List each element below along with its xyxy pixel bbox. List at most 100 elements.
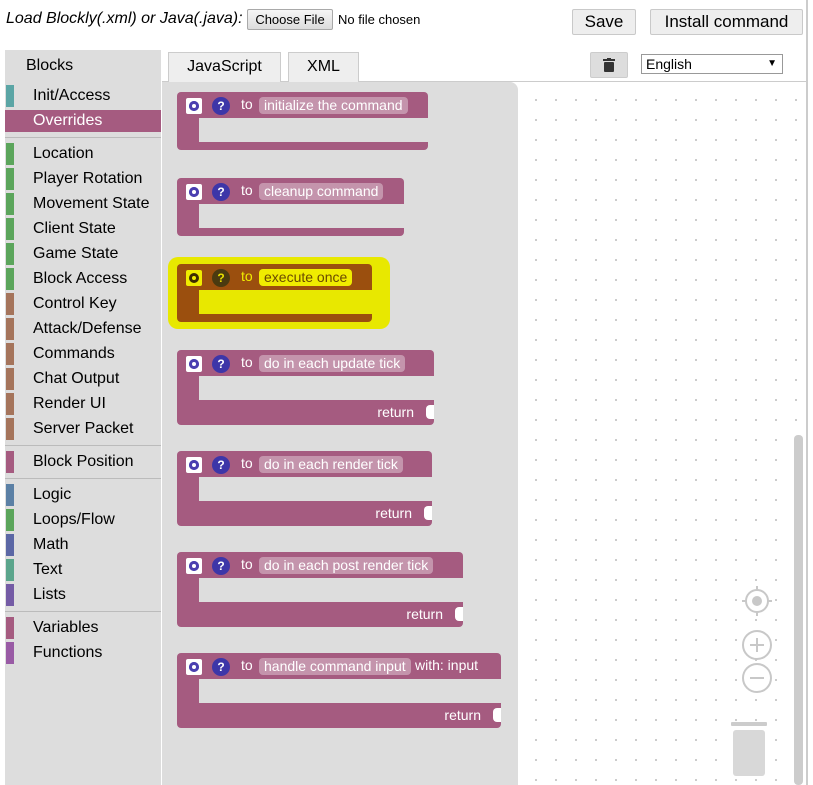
- category-color-swatch: [6, 451, 14, 473]
- category-color-swatch: [6, 318, 14, 340]
- category-label: Variables: [33, 619, 99, 636]
- block-return-label: return: [377, 404, 414, 420]
- block-to-label: to: [241, 268, 253, 284]
- gear-icon[interactable]: [186, 659, 202, 675]
- toolbox-separator: [5, 611, 161, 612]
- tab-javascript[interactable]: JavaScript: [168, 52, 281, 82]
- zoom-reset-icon[interactable]: [741, 585, 773, 617]
- install-command-button[interactable]: Install command: [650, 9, 803, 35]
- category-color-swatch: [6, 534, 14, 556]
- gear-icon[interactable]: [186, 98, 202, 114]
- category-label: Movement State: [33, 195, 150, 212]
- help-icon[interactable]: ?: [212, 355, 230, 373]
- block-to-label: to: [241, 657, 253, 673]
- category-label: Text: [33, 561, 63, 578]
- category-color-swatch: [6, 85, 14, 107]
- toolbox-category-render-ui[interactable]: Render UI: [5, 393, 161, 415]
- toolbox-category-server-packet[interactable]: Server Packet: [5, 418, 161, 440]
- toolbox-category-game-state[interactable]: Game State: [5, 243, 161, 265]
- block-name-field[interactable]: handle command input: [259, 658, 411, 675]
- category-color-swatch: [6, 393, 14, 415]
- help-icon[interactable]: ?: [212, 183, 230, 201]
- category-color-swatch: [6, 617, 14, 639]
- toolbox-category-client-state[interactable]: Client State: [5, 218, 161, 240]
- toolbox-category-math[interactable]: Math: [5, 534, 161, 556]
- help-icon[interactable]: ?: [212, 456, 230, 474]
- procedure-block[interactable]: ? to handle command input with: input return: [177, 653, 501, 728]
- help-icon[interactable]: ?: [212, 557, 230, 575]
- category-color-swatch: [6, 509, 14, 531]
- category-label: Attack/Defense: [33, 320, 142, 337]
- gear-icon[interactable]: [186, 558, 202, 574]
- toolbox-category-location[interactable]: Location: [5, 143, 161, 165]
- workspace-scrollbar[interactable]: [794, 435, 803, 785]
- save-button[interactable]: Save: [572, 9, 636, 35]
- block-params-label: with: input: [415, 657, 479, 673]
- gear-icon[interactable]: [186, 184, 202, 200]
- toolbox-category-loops-flow[interactable]: Loops/Flow: [5, 509, 161, 531]
- category-color-swatch: [6, 218, 14, 240]
- toolbox-category-control-key[interactable]: Control Key: [5, 293, 161, 315]
- language-select[interactable]: English ▼: [641, 54, 783, 74]
- category-color-swatch: [6, 143, 14, 165]
- toolbox-category-lists[interactable]: Lists: [5, 584, 161, 606]
- procedure-block[interactable]: ? to cleanup command: [177, 178, 404, 236]
- toolbox-category-movement-state[interactable]: Movement State: [5, 193, 161, 215]
- category-label: Game State: [33, 245, 119, 262]
- category-label: Chat Output: [33, 370, 120, 387]
- category-label: Functions: [33, 644, 103, 661]
- toolbox-category-chat-output[interactable]: Chat Output: [5, 368, 161, 390]
- toolbox-category-block-position[interactable]: Block Position: [5, 451, 161, 473]
- block-to-label: to: [241, 182, 253, 198]
- toolbox-category-overrides[interactable]: Overrides: [5, 110, 161, 132]
- gear-icon[interactable]: [186, 356, 202, 372]
- toolbox-category-logic[interactable]: Logic: [5, 484, 161, 506]
- block-name-field[interactable]: do in each render tick: [259, 456, 403, 473]
- block-name-field[interactable]: cleanup command: [259, 183, 384, 200]
- load-file-label: Load Blockly(.xml) or Java(.java):: [6, 10, 243, 27]
- category-color-swatch: [6, 193, 14, 215]
- category-color-swatch: [6, 368, 14, 390]
- block-name-field[interactable]: initialize the command: [259, 97, 408, 114]
- file-status-text: No file chosen: [338, 12, 421, 27]
- block-return-label: return: [375, 505, 412, 521]
- toolbox-category-functions[interactable]: Functions: [5, 642, 161, 664]
- category-color-swatch: [6, 559, 14, 581]
- toolbox-category-init-access[interactable]: Init/Access: [5, 85, 161, 107]
- zoom-out-icon[interactable]: [741, 662, 773, 694]
- zoom-in-icon[interactable]: [741, 629, 773, 661]
- help-icon[interactable]: ?: [212, 97, 230, 115]
- procedure-block[interactable]: ? to execute once: [177, 264, 372, 322]
- toolbox-separator: [5, 137, 161, 138]
- block-return-label: return: [444, 707, 481, 723]
- workspace-trash-icon[interactable]: [730, 722, 768, 776]
- block-name-field[interactable]: do in each update tick: [259, 355, 406, 372]
- toolbox-separator: [5, 445, 161, 446]
- procedure-block[interactable]: ? to initialize the command: [177, 92, 428, 150]
- block-name-field[interactable]: do in each post render tick: [259, 557, 434, 574]
- toolbox-category-block-access[interactable]: Block Access: [5, 268, 161, 290]
- delete-button[interactable]: [590, 52, 628, 78]
- procedure-block[interactable]: ? to do in each render tick return: [177, 451, 432, 526]
- toolbox-category-text[interactable]: Text: [5, 559, 161, 581]
- return-input-socket: [426, 405, 434, 419]
- category-label: Block Access: [33, 270, 128, 287]
- block-to-label: to: [241, 354, 253, 370]
- toolbox-category-commands[interactable]: Commands: [5, 343, 161, 365]
- block-return-label: return: [406, 606, 443, 622]
- category-color-swatch: [6, 418, 14, 440]
- tab-xml[interactable]: XML: [288, 52, 359, 82]
- block-to-label: to: [241, 96, 253, 112]
- toolbox-category-attack-defense[interactable]: Attack/Defense: [5, 318, 161, 340]
- gear-icon[interactable]: [186, 270, 202, 286]
- procedure-block[interactable]: ? to do in each update tick return: [177, 350, 434, 425]
- block-name-field[interactable]: execute once: [259, 269, 353, 286]
- help-icon[interactable]: ?: [212, 658, 230, 676]
- choose-file-button[interactable]: Choose File: [247, 9, 333, 30]
- help-icon[interactable]: ?: [212, 269, 230, 287]
- category-label: Block Position: [33, 453, 134, 470]
- procedure-block[interactable]: ? to do in each post render tick return: [177, 552, 463, 627]
- gear-icon[interactable]: [186, 457, 202, 473]
- toolbox-category-player-rotation[interactable]: Player Rotation: [5, 168, 161, 190]
- toolbox-category-variables[interactable]: Variables: [5, 617, 161, 639]
